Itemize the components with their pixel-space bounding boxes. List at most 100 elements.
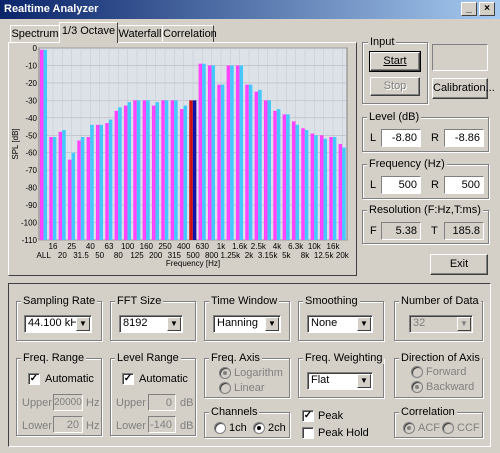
bar-right	[62, 130, 66, 240]
level-range-label: Level Range	[115, 352, 181, 364]
direction-backward-radio[interactable]	[411, 381, 423, 393]
bar-left	[49, 137, 53, 240]
sampling-rate-select[interactable]: 44.100 kHz ▼	[24, 315, 92, 333]
bar-left	[179, 109, 184, 240]
correlation-ccf-radio[interactable]	[442, 422, 454, 434]
bar-right	[220, 84, 225, 240]
start-button[interactable]: Start	[369, 51, 421, 72]
x-tick-label: 6.3k	[288, 242, 304, 251]
x-tick-label: 12.5k	[314, 251, 335, 260]
bar-right	[90, 124, 94, 240]
tab-spectrum[interactable]: Spectrum	[10, 25, 60, 43]
chevron-down-icon[interactable]: ▼	[76, 317, 90, 331]
peak-checkbox[interactable]: ✓	[302, 410, 314, 422]
chevron-down-icon[interactable]: ▼	[265, 317, 279, 331]
x-tick-label: 63	[105, 242, 114, 251]
bar-right	[43, 49, 48, 240]
tab-correlation[interactable]: Correlation	[162, 25, 217, 43]
bar-right	[332, 137, 337, 240]
x-axis-label: Frequency [Hz]	[166, 259, 220, 268]
time-window-label: Time Window	[209, 295, 280, 307]
channels-1ch-label: 1ch	[229, 422, 247, 434]
bar-right	[295, 124, 300, 240]
calibration-button[interactable]: Calibration...	[432, 78, 495, 99]
bar-right	[71, 152, 76, 240]
channels-2ch-radio[interactable]	[253, 422, 265, 434]
chevron-down-icon[interactable]: ▼	[357, 374, 371, 388]
bar-left	[151, 105, 156, 240]
bar-right	[304, 130, 309, 240]
close-icon[interactable]: ×	[479, 2, 495, 16]
x-tick-label: 125	[130, 251, 144, 260]
bar-left	[301, 128, 305, 240]
freq-weighting-select[interactable]: Flat ▼	[307, 372, 373, 390]
smoothing-select[interactable]: None ▼	[307, 315, 373, 333]
stop-button[interactable]: Stop	[370, 77, 420, 96]
fft-size-value: 8192	[123, 317, 148, 329]
channels-1ch-radio[interactable]	[214, 422, 226, 434]
bar-right	[342, 147, 346, 240]
tab-label: Spectrum	[11, 28, 59, 40]
time-window-select[interactable]: Hanning ▼	[213, 315, 281, 333]
chevron-down-icon[interactable]: ▼	[167, 317, 181, 331]
x-tick-label: 20k	[336, 251, 350, 260]
freq-range-upper-unit: Hz	[86, 397, 100, 409]
resolution-f-label: F	[370, 225, 377, 237]
x-tick-label: 1k	[217, 242, 226, 251]
x-tick-label: 3.15k	[258, 251, 279, 260]
y-tick-label: -80	[25, 184, 37, 193]
freq-axis-log-label: Logarithm	[234, 367, 283, 379]
bar-right	[155, 102, 160, 240]
level-range-automatic-checkbox[interactable]: ✓	[122, 373, 134, 385]
tab-waterfall[interactable]: Waterfall	[117, 25, 163, 43]
level-range-lower-input[interactable]: -140	[148, 416, 176, 433]
time-window-value: Hanning	[217, 317, 258, 329]
chevron-down-icon[interactable]: ▼	[357, 317, 371, 331]
bar-right	[230, 65, 234, 240]
bar-left	[123, 105, 128, 240]
level-range-upper-unit: dB	[180, 397, 194, 409]
x-tick-label: 2.5k	[251, 242, 267, 251]
x-tick-label: 80	[114, 251, 123, 260]
freq-range-automatic-checkbox[interactable]: ✓	[28, 373, 40, 385]
minimize-icon[interactable]: _	[461, 2, 477, 16]
tab-1-3-octave[interactable]: 1/3 Octave	[59, 22, 118, 43]
bar-left	[319, 135, 324, 240]
x-tick-label: 31.5	[73, 251, 89, 260]
freq-range-lower-input[interactable]: 20	[53, 416, 83, 433]
freq-range-upper-input[interactable]: 20000	[53, 394, 83, 411]
freq-axis-linear-radio[interactable]	[219, 382, 231, 394]
y-tick-label: -90	[25, 201, 37, 210]
chevron-down-icon[interactable]: ▼	[457, 317, 471, 331]
bar-left	[235, 65, 240, 240]
bar-right	[183, 105, 188, 240]
bar-left	[226, 65, 231, 240]
frequency-l-label: L	[370, 179, 377, 191]
x-tick-label: 16	[49, 242, 58, 251]
bar-left	[77, 140, 81, 240]
peak-hold-checkbox[interactable]: ✓	[302, 427, 314, 439]
bar-right	[99, 124, 104, 240]
bar-left	[39, 49, 44, 240]
exit-button[interactable]: Exit	[430, 254, 488, 275]
x-tick-label: 630	[196, 242, 210, 251]
number-of-data-select[interactable]: 32 ▼	[409, 315, 473, 333]
bar-left	[86, 137, 91, 240]
x-tick-label: 16k	[327, 242, 341, 251]
direction-forward-radio[interactable]	[411, 366, 423, 378]
fft-size-select[interactable]: 8192 ▼	[119, 315, 183, 333]
freq-axis-log-radio[interactable]	[219, 367, 231, 379]
y-tick-label: -50	[25, 131, 37, 140]
freq-axis-linear-label: Linear	[234, 382, 265, 394]
direction-forward-label: Forward	[426, 366, 467, 378]
correlation-acf-radio[interactable]	[403, 422, 415, 434]
bar-left	[142, 100, 147, 240]
fft-size-label: FFT Size	[115, 295, 164, 307]
y-tick-label: -100	[21, 219, 38, 228]
level-r-label: R	[431, 132, 439, 144]
bar-right	[127, 102, 132, 240]
level-range-upper-input[interactable]: 0	[148, 394, 176, 411]
frequency-r-label: R	[431, 179, 439, 191]
sampling-rate-label: Sampling Rate	[21, 295, 98, 307]
channels-2ch-label: 2ch	[268, 422, 286, 434]
